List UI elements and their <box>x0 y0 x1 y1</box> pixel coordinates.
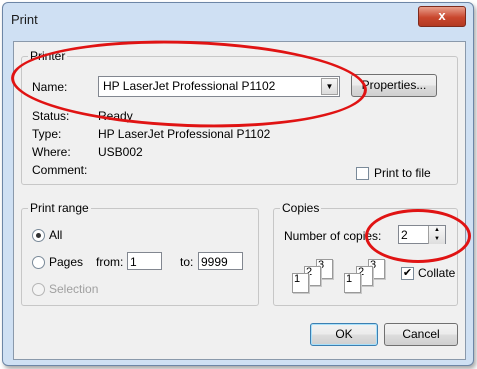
copies-legend: Copies <box>280 201 322 215</box>
close-button[interactable]: x <box>418 6 466 27</box>
spin-down-icon[interactable]: ▼ <box>429 235 445 244</box>
copies-value: 2 <box>401 228 408 242</box>
print-to-file-label: Print to file <box>374 166 431 180</box>
from-input[interactable]: 1 <box>127 252 162 270</box>
page-icon: 1 <box>344 273 361 293</box>
page-icon: 1 <box>292 273 309 293</box>
to-input[interactable]: 9999 <box>198 252 243 270</box>
from-input-value: 1 <box>130 255 137 269</box>
spin-up-icon[interactable]: ▲ <box>429 226 445 235</box>
print-to-file-checkbox[interactable] <box>356 167 369 180</box>
status-value: Ready <box>98 109 133 123</box>
ok-button-label: OK <box>335 327 353 341</box>
status-label: Status: <box>32 109 70 123</box>
collate-stack-2: 3 2 1 <box>344 259 394 293</box>
copies-spinner[interactable]: 2 ▲ ▼ <box>398 225 446 244</box>
printer-name-value: HP LaserJet Professional P1102 <box>103 79 276 93</box>
copies-group: Copies Number of copies: 2 ▲ ▼ 3 2 1 3 2… <box>273 201 458 306</box>
print-range-legend: Print range <box>28 201 91 215</box>
radio-pages[interactable] <box>32 256 45 269</box>
dialog-title: Print <box>11 12 38 27</box>
printer-legend: Printer <box>28 49 68 63</box>
properties-button[interactable]: Properties... <box>351 74 437 97</box>
number-of-copies-label: Number of copies: <box>284 229 382 243</box>
checkmark-icon: ✔ <box>402 267 413 279</box>
printer-group: Printer Name: HP LaserJet Professional P… <box>21 49 458 185</box>
ok-button[interactable]: OK <box>310 323 378 346</box>
radio-all[interactable] <box>32 229 45 242</box>
radio-selection[interactable] <box>32 283 45 296</box>
printer-name-combo[interactable]: HP LaserJet Professional P1102 ▼ <box>98 76 340 97</box>
collate-stack-1: 3 2 1 <box>292 259 342 293</box>
page-number: 1 <box>346 273 353 285</box>
page-number: 1 <box>294 273 301 285</box>
type-label: Type: <box>32 127 62 141</box>
collate-checkbox[interactable]: ✔ <box>401 267 414 280</box>
collate-label: Collate <box>418 266 456 280</box>
close-icon: x <box>438 8 446 23</box>
name-label: Name: <box>32 80 68 94</box>
to-label: to: <box>180 255 194 269</box>
comment-label: Comment: <box>32 163 88 177</box>
radio-pages-label: Pages <box>49 255 84 269</box>
where-label: Where: <box>32 145 71 159</box>
print-dialog: Print x Printer Name: HP LaserJet Profes… <box>2 2 474 366</box>
cancel-button-label: Cancel <box>402 327 440 341</box>
radio-selection-label: Selection <box>49 282 99 296</box>
dialog-body: Printer Name: HP LaserJet Professional P… <box>13 41 466 360</box>
spin-buttons[interactable]: ▲ ▼ <box>428 226 445 244</box>
radio-all-label: All <box>49 228 63 242</box>
to-input-value: 9999 <box>201 255 228 269</box>
properties-button-label: Properties... <box>361 78 427 92</box>
where-value: USB002 <box>98 145 143 159</box>
chevron-down-icon[interactable]: ▼ <box>321 78 338 95</box>
type-value: HP LaserJet Professional P1102 <box>98 127 271 141</box>
from-label: from: <box>96 255 124 269</box>
cancel-button[interactable]: Cancel <box>384 323 458 346</box>
print-range-group: Print range All Pages from: 1 to: 9999 S… <box>21 201 259 306</box>
